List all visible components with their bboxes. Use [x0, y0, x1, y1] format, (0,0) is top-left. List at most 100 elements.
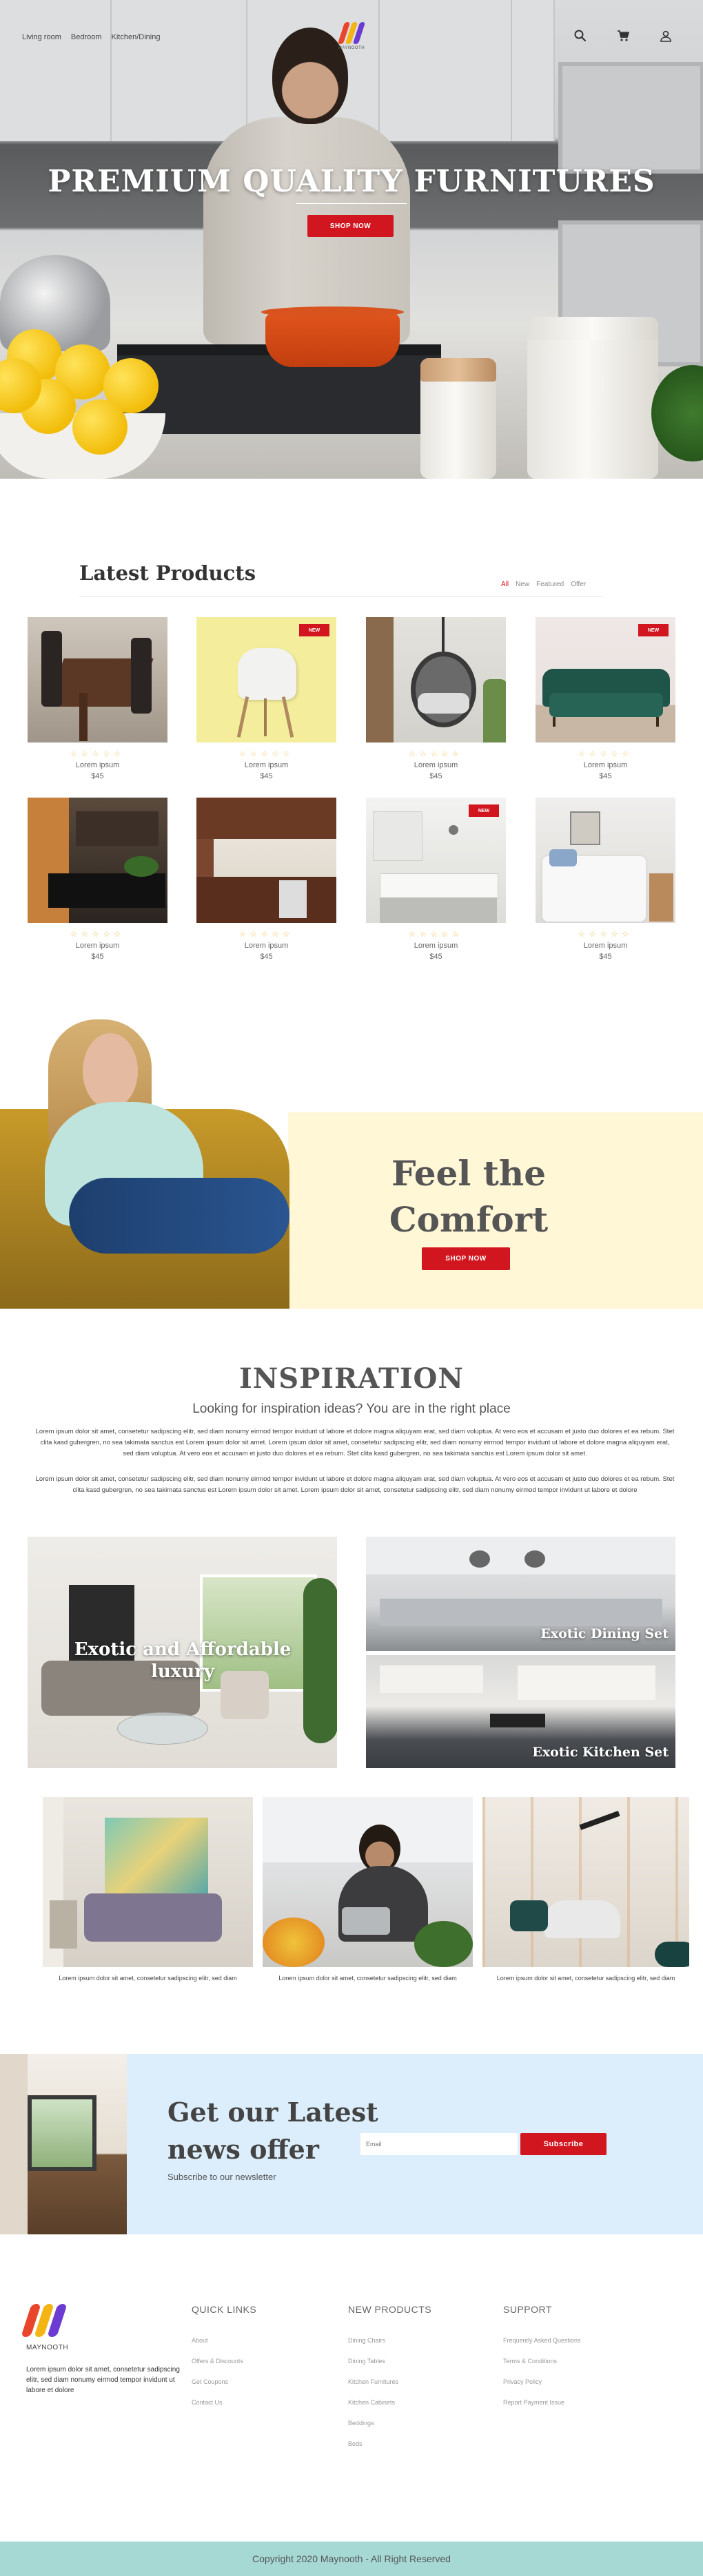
footer-link-dining-tables[interactable]: Dining Tables: [348, 2358, 431, 2365]
nav-link-kitchen-dining[interactable]: Kitchen/Dining: [112, 33, 161, 41]
rating-stars: ☆☆☆☆☆: [238, 750, 294, 758]
logo-mark: [21, 2304, 68, 2337]
header-icons: [573, 29, 673, 43]
footer-link-terms[interactable]: Terms & Conditions: [503, 2358, 581, 2365]
product-card[interactable]: ☆☆☆☆☆ Lorem ipsum $45: [28, 798, 167, 961]
newsletter-title-line2: news offer: [167, 2134, 319, 2165]
footer-link-about[interactable]: About: [192, 2337, 256, 2344]
orange-pot: [261, 307, 404, 367]
newsletter-subtitle: Subscribe to our newsletter: [167, 2172, 276, 2182]
inspiration-photo-lounge[interactable]: [482, 1797, 689, 1967]
footer-link-dining-chairs[interactable]: Dining Chairs: [348, 2337, 431, 2344]
logo-mark: [335, 22, 368, 44]
hero-banner: [0, 0, 703, 479]
footer-heading: QUICK LINKS: [192, 2304, 257, 2315]
photo-caption: Lorem ipsum dolor sit amet, consetetur s…: [59, 1975, 237, 1982]
oven: [558, 62, 703, 174]
inspiration-paragraph: Lorem ipsum dolor sit amet, consetetur s…: [35, 1428, 675, 1457]
product-name: Lorem ipsum: [414, 761, 458, 769]
kitchen-cabinet: [0, 0, 112, 141]
product-filter-tabs: All New Featured Offer: [501, 581, 586, 588]
inspiration-tile-kitchen[interactable]: Exotic Kitchen Set: [366, 1655, 675, 1768]
brand-logo[interactable]: MAYNOOTH: [335, 22, 368, 50]
footer-support: SUPPORT Frequently Asked Questions Terms…: [503, 2304, 581, 2420]
footer-heading: SUPPORT: [503, 2304, 552, 2315]
comfort-title: Feel the Comfort: [358, 1150, 579, 1243]
footer-link-privacy[interactable]: Privacy Policy: [503, 2378, 581, 2385]
product-image-dark-kitchen[interactable]: [28, 798, 167, 923]
filter-tab-all[interactable]: All: [501, 581, 509, 588]
herb-plant: [651, 365, 703, 461]
footer-link-contact[interactable]: Contact Us: [192, 2399, 256, 2406]
footer-link-kitchen-furnitures[interactable]: Kitchen Furnitures: [348, 2378, 431, 2385]
woman-jeans: [69, 1178, 289, 1254]
product-card[interactable]: NEW ☆☆☆☆☆ Lorem ipsum $45: [366, 798, 506, 961]
divider: [79, 596, 603, 597]
product-card[interactable]: NEW ☆☆☆☆☆ Lorem ipsum $45: [536, 617, 675, 780]
nav-link-living-room[interactable]: Living room: [22, 33, 61, 41]
top-nav: Living room Bedroom Kitchen/Dining: [22, 33, 160, 41]
footer-about: Lorem ipsum dolor sit amet, consetetur s…: [26, 2366, 180, 2394]
footer-link-offers[interactable]: Offers & Discounts: [192, 2358, 256, 2365]
hero-shop-now-button[interactable]: SHOP NOW: [307, 215, 394, 237]
canister: [527, 317, 658, 479]
search-icon[interactable]: [573, 29, 587, 43]
product-price: $45: [599, 772, 612, 780]
filter-tab-new[interactable]: New: [516, 581, 529, 588]
rating-stars: ☆☆☆☆☆: [70, 750, 125, 758]
product-price: $45: [91, 953, 104, 961]
product-card[interactable]: ☆☆☆☆☆ Lorem ipsum $45: [196, 798, 336, 961]
cart-icon[interactable]: [616, 29, 630, 43]
product-image-white-chair[interactable]: NEW: [196, 617, 336, 742]
footer-link-beddings[interactable]: Beddings: [348, 2420, 431, 2427]
footer-link-payment-issue[interactable]: Report Payment Issue: [503, 2399, 581, 2406]
inspiration-photo-living[interactable]: [43, 1797, 253, 1967]
subscribe-button[interactable]: Subscribe: [520, 2133, 607, 2155]
newsletter-image: [0, 2054, 127, 2234]
footer-link-beds[interactable]: Beds: [348, 2440, 431, 2447]
latest-products-title: Latest Products: [79, 561, 256, 585]
product-card[interactable]: ☆☆☆☆☆ Lorem ipsum $45: [366, 617, 506, 780]
product-card[interactable]: NEW ☆☆☆☆☆ Lorem ipsum $45: [196, 617, 336, 780]
inspiration-photo-chef[interactable]: [263, 1797, 473, 1967]
comfort-shop-now-button[interactable]: SHOP NOW: [422, 1247, 510, 1270]
footer-logo[interactable]: MAYNOOTH: [21, 2304, 69, 2351]
new-badge: NEW: [638, 624, 669, 636]
inspiration-tile-luxury[interactable]: Exotic and Affordable luxury: [28, 1537, 337, 1768]
copyright-text: Copyright 2020 Maynooth - All Right Rese…: [252, 2553, 451, 2564]
rating-stars: ☆☆☆☆☆: [578, 750, 633, 758]
product-image-wood-kitchen[interactable]: [196, 798, 336, 923]
photo-caption: Lorem ipsum dolor sit amet, consetetur s…: [496, 1975, 675, 1982]
photo-caption: Lorem ipsum dolor sit amet, consetetur s…: [278, 1975, 457, 1982]
footer-link-faq[interactable]: Frequently Asked Questions: [503, 2337, 581, 2344]
product-name: Lorem ipsum: [414, 942, 458, 950]
tile-caption-luxury: Exotic and Affordable luxury: [74, 1639, 292, 1682]
nav-link-bedroom[interactable]: Bedroom: [71, 33, 102, 41]
product-card[interactable]: ☆☆☆☆☆ Lorem ipsum $45: [536, 798, 675, 961]
product-price: $45: [599, 953, 612, 961]
footer-new-products: NEW PRODUCTS Dining Chairs Dining Tables…: [348, 2304, 431, 2461]
inspiration-tile-dining[interactable]: Exotic Dining Set: [366, 1537, 675, 1651]
filter-tab-offer[interactable]: Offer: [571, 581, 586, 588]
product-price: $45: [260, 772, 273, 780]
inspiration-paragraph: Lorem ipsum dolor sit amet, consetetur s…: [35, 1475, 675, 1494]
footer-link-kitchen-cabinets[interactable]: Kitchen Cabinets: [348, 2399, 431, 2406]
product-image-bedroom[interactable]: [536, 798, 675, 923]
product-name: Lorem ipsum: [75, 942, 120, 950]
product-price: $45: [429, 953, 442, 961]
new-badge: NEW: [299, 624, 329, 636]
product-name: Lorem ipsum: [583, 942, 628, 950]
logo-text: MAYNOOTH: [26, 2344, 69, 2351]
newsletter-title: Get our Latest news offer: [167, 2094, 388, 2168]
newsletter-email-input[interactable]: [360, 2133, 518, 2155]
product-image-hanging-chair[interactable]: [366, 617, 506, 742]
product-image-dining-table[interactable]: [28, 617, 167, 742]
product-image-green-sofa[interactable]: NEW: [536, 617, 675, 742]
rating-stars: ☆☆☆☆☆: [408, 750, 464, 758]
logo-text: MAYNOOTH: [338, 46, 365, 50]
product-card[interactable]: ☆☆☆☆☆ Lorem ipsum $45: [28, 617, 167, 780]
filter-tab-featured[interactable]: Featured: [536, 581, 564, 588]
footer-link-coupons[interactable]: Get Coupons: [192, 2378, 256, 2385]
product-image-white-kitchen[interactable]: NEW: [366, 798, 506, 923]
user-icon[interactable]: [659, 29, 673, 43]
